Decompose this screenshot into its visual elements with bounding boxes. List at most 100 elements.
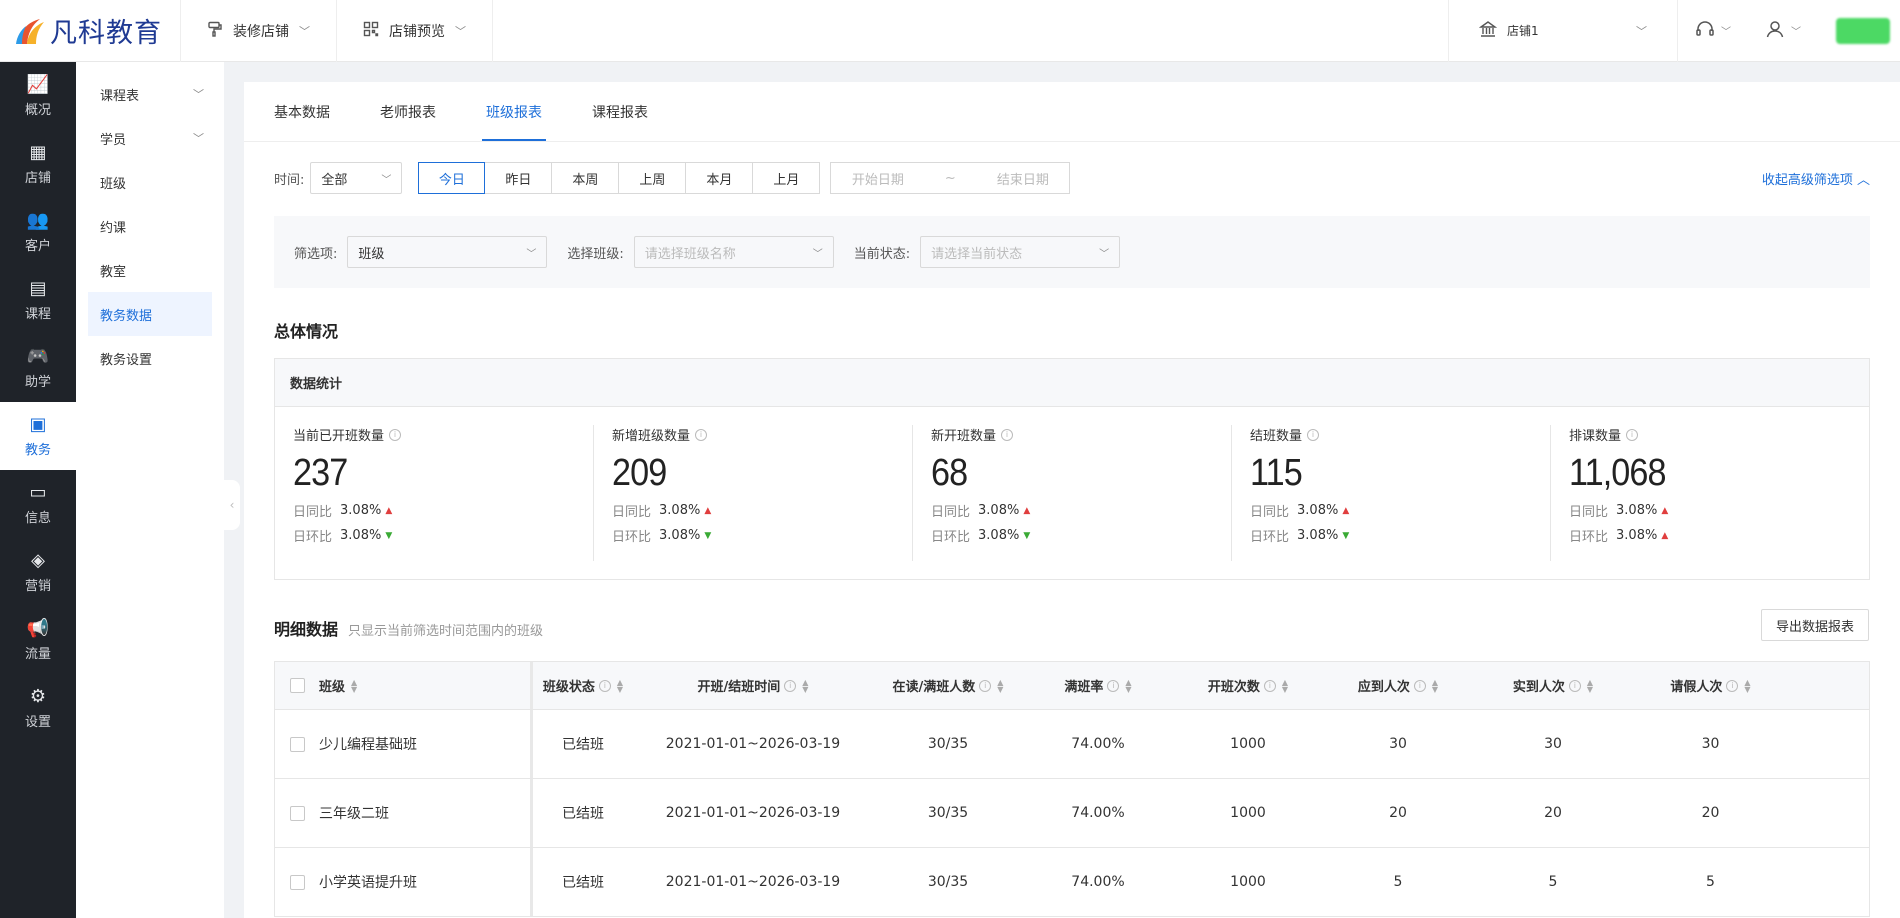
subnav-item-booking[interactable]: 约课 — [88, 204, 212, 248]
sort-icon[interactable]: ▲ ▼ — [1282, 678, 1288, 693]
gear-icon: ⚙ — [29, 686, 47, 707]
column-header-label: 在读/满班人数 — [892, 680, 976, 695]
info-icon[interactable]: i — [1626, 428, 1639, 441]
end-date-input[interactable]: 结束日期 — [997, 169, 1049, 188]
subnav-item-classroom[interactable]: 教室 — [88, 248, 212, 292]
info-icon[interactable]: i — [1307, 428, 1320, 441]
sort-icon[interactable]: ▲ ▼ — [617, 678, 623, 693]
tab-course-report[interactable]: 课程报表 — [592, 82, 648, 141]
stat-label: 新增班级数量 — [612, 429, 691, 444]
sort-icon[interactable]: ▲ ▼ — [1587, 678, 1593, 693]
user-icon — [1765, 19, 1785, 43]
sort-icon[interactable]: ▲ ▼ — [351, 678, 357, 693]
subnav-item-academic-data[interactable]: 教务数据 — [88, 292, 212, 336]
info-icon[interactable]: i — [598, 679, 611, 692]
subnav-item-academic-settings[interactable]: 教务设置 — [88, 336, 212, 380]
column-header-fill-rate[interactable]: 满班率 i ▲ ▼ — [1023, 662, 1173, 709]
cell-fill-rate: 74.00% — [1071, 736, 1125, 752]
detail-title: 明细数据 — [274, 620, 339, 639]
tab-class-report[interactable]: 班级报表 — [482, 82, 546, 141]
info-icon[interactable]: i — [1001, 428, 1014, 441]
filter-type-select[interactable]: 班级 ﹀ — [347, 236, 548, 268]
sidebar-item-settings[interactable]: ⚙ 设置 — [0, 674, 76, 742]
sidebar-item-overview[interactable]: 📈 概况 — [0, 62, 76, 130]
row-checkbox[interactable] — [289, 805, 305, 821]
account-avatar[interactable] — [1836, 17, 1890, 44]
range-this-month-button[interactable]: 本月 — [686, 162, 754, 194]
select-all-checkbox[interactable] — [289, 678, 305, 693]
column-header-status[interactable]: 班级状态 i ▲ ▼ — [533, 662, 633, 709]
subnav-item-students[interactable]: 学员 ﹀ — [88, 116, 212, 160]
store-selector[interactable]: 店铺1 ﹀ — [1448, 0, 1678, 62]
book-icon: ▣ — [29, 414, 47, 435]
state-select[interactable]: 请选择当前状态 ﹀ — [920, 236, 1121, 268]
column-header-class[interactable]: 班级 ▲ ▼ — [319, 662, 533, 709]
brand-logo[interactable]: 凡科教育 — [0, 0, 181, 62]
topnav-decorate-shop[interactable]: 装修店铺 ﹀ — [181, 0, 337, 62]
class-select[interactable]: 请选择班级名称 ﹀ — [633, 236, 834, 268]
tab-teacher-report[interactable]: 老师报表 — [380, 82, 436, 141]
stat-label: 排课数量 — [1569, 429, 1622, 444]
column-header-enrollment[interactable]: 在读/满班人数 i ▲ ▼ — [873, 662, 1023, 709]
sort-icon[interactable]: ▲ ▼ — [997, 678, 1003, 693]
sidebar-item-marketing[interactable]: ◈ 营销 — [0, 538, 76, 606]
sidebar-item-shop[interactable]: ▦ 店铺 — [0, 130, 76, 198]
range-yesterday-button[interactable]: 昨日 — [485, 162, 553, 194]
column-header-label: 满班率 — [1064, 680, 1104, 695]
info-icon[interactable]: i — [1726, 679, 1739, 692]
collapse-advanced-label: 收起高级筛选项 — [1761, 172, 1853, 188]
tab-basic-data[interactable]: 基本数据 — [274, 82, 330, 141]
column-header-time[interactable]: 开班/结班时间 i ▲ ▼ — [633, 662, 873, 709]
stat-value: 115 — [1250, 452, 1303, 494]
export-report-button[interactable]: 导出数据报表 — [1761, 609, 1869, 641]
sort-icon[interactable]: ▲ ▼ — [1744, 678, 1750, 693]
collapse-advanced-filters-link[interactable]: 收起高级筛选项 ︿ — [1762, 169, 1870, 188]
topnav-shop-preview[interactable]: 店铺预览 ﹀ — [337, 0, 493, 62]
time-select[interactable]: 全部 ﹀ — [310, 162, 403, 194]
row-checkbox[interactable] — [289, 874, 305, 890]
sidebar-item-label: 营销 — [24, 579, 51, 594]
sort-icon[interactable]: ▲ ▼ — [802, 678, 808, 693]
info-icon[interactable]: i — [1568, 679, 1581, 692]
column-header-expected[interactable]: 应到人次 i ▲ ▼ — [1323, 662, 1473, 709]
sidebar-item-course[interactable]: ▤ 课程 — [0, 266, 76, 334]
info-icon[interactable]: i — [695, 428, 708, 441]
subnav-label: 课程表 — [100, 88, 140, 104]
info-icon[interactable]: i — [1107, 679, 1120, 692]
info-icon[interactable]: i — [1263, 679, 1276, 692]
column-header-leave[interactable]: 请假人次 i ▲ ▼ — [1633, 662, 1788, 709]
column-header-actual[interactable]: 实到人次 i ▲ ▼ — [1473, 662, 1633, 709]
subnav-item-schedule[interactable]: 课程表 ﹀ — [88, 72, 212, 116]
sidebar-item-traffic[interactable]: 📢 流量 — [0, 606, 76, 674]
range-last-week-button[interactable]: 上周 — [619, 162, 687, 194]
sidebar-item-academic[interactable]: ▣ 教务 — [0, 402, 76, 470]
sidebar-collapse-handle[interactable]: ‹ — [224, 480, 240, 530]
info-icon[interactable]: i — [389, 428, 402, 441]
column-header-label: 应到人次 — [1357, 680, 1410, 695]
document-icon: ▤ — [29, 278, 47, 299]
user-menu[interactable]: ﹀ — [1748, 19, 1818, 43]
column-header-label: 班级 — [319, 680, 346, 695]
sort-icon[interactable]: ▲ ▼ — [1432, 678, 1438, 693]
chevron-down-icon: ﹀ — [381, 174, 392, 186]
cell-sessions: 1000 — [1230, 736, 1266, 752]
row-checkbox[interactable] — [289, 736, 305, 752]
info-icon[interactable]: i — [1413, 679, 1426, 692]
qrcode-icon — [363, 21, 379, 41]
start-date-input[interactable]: 开始日期 — [852, 169, 904, 188]
range-this-week-button[interactable]: 本周 — [552, 162, 620, 194]
support-menu[interactable]: ﹀ — [1678, 19, 1748, 43]
column-header-sessions[interactable]: 开班次数 i ▲ ▼ — [1173, 662, 1323, 709]
sidebar-item-assist[interactable]: 🎮 助学 — [0, 334, 76, 402]
date-range-picker[interactable]: 开始日期 ~ 结束日期 — [830, 162, 1071, 194]
sidebar-item-customer[interactable]: 👥 客户 — [0, 198, 76, 266]
info-icon[interactable]: i — [784, 679, 797, 692]
subnav-item-classes[interactable]: 班级 — [88, 160, 212, 204]
column-header-label: 开班次数 — [1207, 680, 1260, 695]
range-today-button[interactable]: 今日 — [418, 162, 486, 194]
sidebar-item-message[interactable]: ▭ 信息 — [0, 470, 76, 538]
chevron-left-icon: ‹ — [229, 498, 235, 512]
sort-icon[interactable]: ▲ ▼ — [1125, 678, 1131, 693]
range-last-month-button[interactable]: 上月 — [753, 162, 821, 194]
info-icon[interactable]: i — [979, 679, 992, 692]
